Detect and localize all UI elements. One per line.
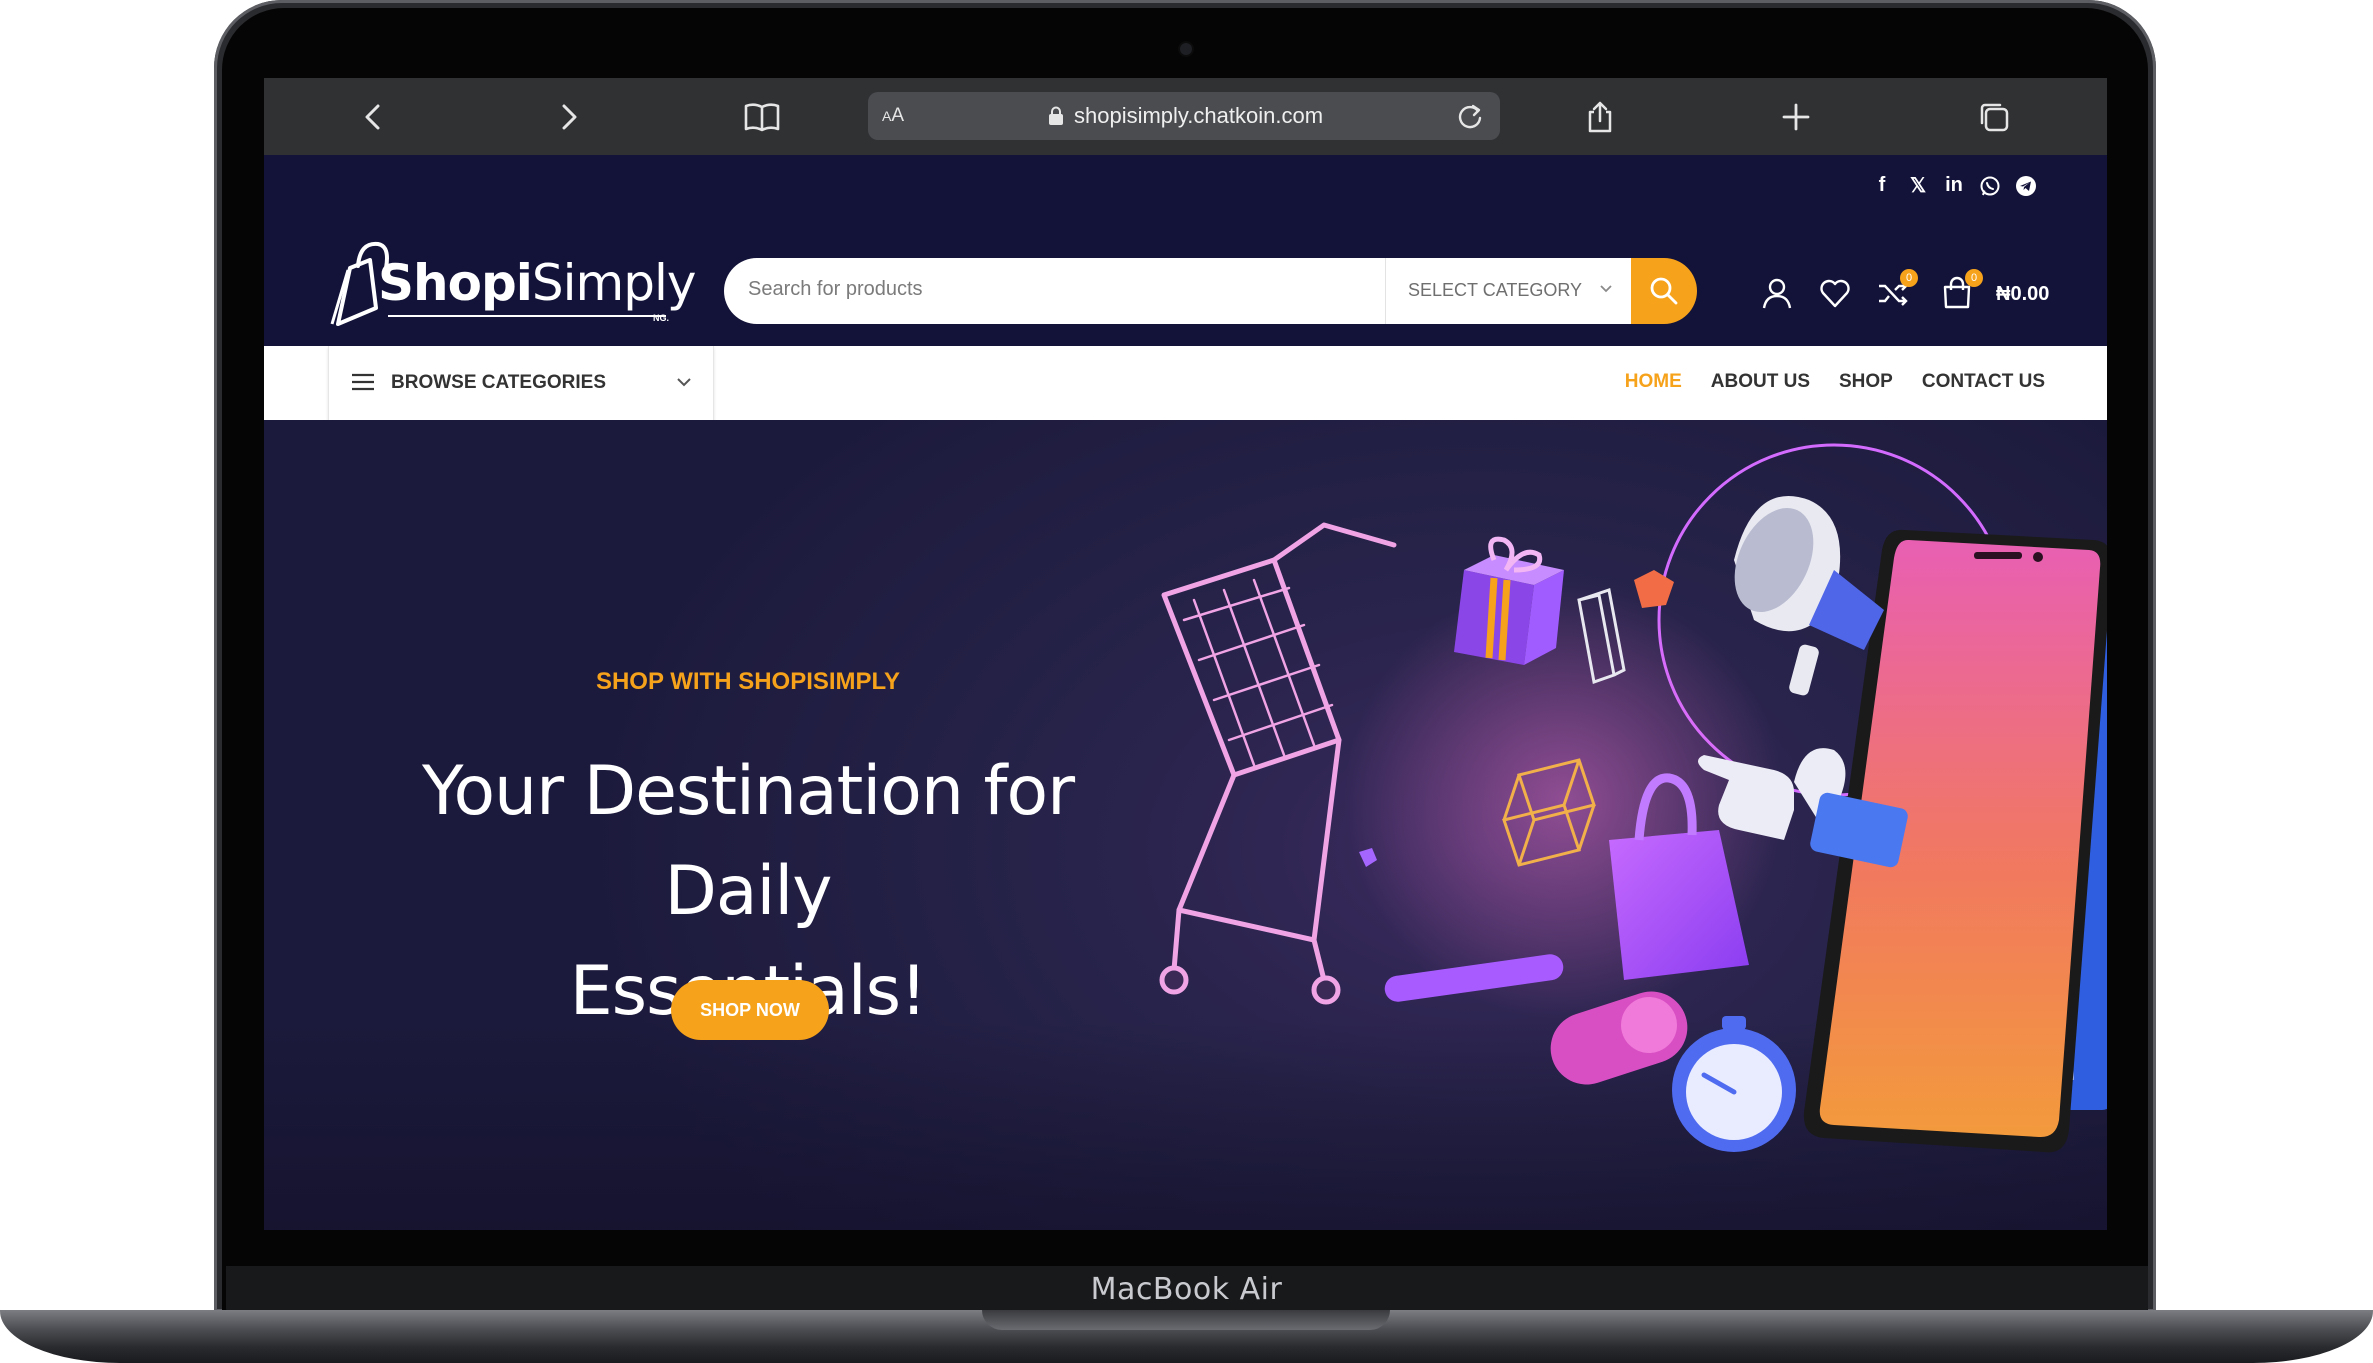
compare-count-badge: 0: [1900, 269, 1918, 287]
wishlist-heart-icon[interactable]: [1818, 276, 1852, 310]
gift-box-icon: [1454, 536, 1564, 665]
chevron-down-icon: [677, 378, 691, 387]
stopwatch-icon: [1672, 1016, 1796, 1152]
device-label: MacBook Air: [1090, 1272, 1283, 1307]
laptop-notch: [982, 1310, 1390, 1330]
cart-count-badge: 0: [1965, 269, 1983, 287]
new-tab-icon[interactable]: [1778, 99, 1814, 135]
share-icon[interactable]: [1582, 99, 1618, 135]
url-text: shopisimply.chatkoin.com: [1074, 103, 1324, 128]
social-links: f 𝕏 in: [1871, 173, 2037, 198]
facebook-icon[interactable]: f: [1871, 174, 1893, 197]
search-icon: [1650, 277, 1678, 305]
browser-screen: AA shopisimply.chatkoin.com f 𝕏 in Shopi…: [264, 78, 2107, 1230]
browser-toolbar: AA shopisimply.chatkoin.com: [264, 78, 2107, 155]
address-bar[interactable]: AA shopisimply.chatkoin.com: [868, 92, 1500, 140]
main-nav-bar: BROWSE CATEGORIES HOME ABOUT US SHOP CON…: [264, 346, 2107, 420]
tabs-overview-icon[interactable]: [1976, 99, 2012, 135]
search-button[interactable]: [1631, 258, 1697, 324]
search-input[interactable]: [748, 278, 1348, 301]
shopping-illustration: [1159, 443, 2107, 1153]
shop-now-button[interactable]: SHOP NOW: [671, 980, 829, 1040]
forward-icon[interactable]: [550, 99, 586, 135]
linkedin-icon[interactable]: in: [1943, 174, 1965, 197]
hero-kicker: SHOP WITH SHOPISIMPLY: [595, 668, 901, 695]
reader-label: A: [891, 105, 905, 126]
logo-text: ShopiSimply: [378, 254, 696, 312]
bookmarks-icon[interactable]: [742, 99, 782, 135]
search-bar: [724, 258, 1399, 324]
url-display: shopisimply.chatkoin.com: [1048, 103, 1323, 129]
nav-link-shop[interactable]: SHOP: [1839, 371, 1893, 393]
nav-link-home[interactable]: HOME: [1625, 371, 1682, 393]
nav-links: HOME ABOUT US SHOP CONTACT US: [1625, 371, 2045, 393]
browse-categories-dropdown[interactable]: BROWSE CATEGORIES: [328, 346, 714, 420]
x-icon[interactable]: 𝕏: [1907, 173, 1929, 198]
top-social-bar: f 𝕏 in: [264, 155, 2107, 216]
logo-suffix: NG.: [653, 313, 670, 323]
nav-link-about-us[interactable]: ABOUT US: [1711, 371, 1810, 393]
reader-mode-button[interactable]: AA: [882, 105, 904, 127]
hero-title-line-1: Your Destination for Daily: [421, 752, 1075, 931]
lock-icon: [1049, 106, 1063, 125]
reload-icon[interactable]: [1454, 100, 1486, 132]
browse-categories-label: BROWSE CATEGORIES: [391, 372, 606, 393]
whatsapp-icon[interactable]: [1979, 175, 2001, 197]
telegram-icon[interactable]: [2015, 175, 2037, 197]
category-select-label: SELECT CATEGORY: [1408, 280, 1583, 300]
account-icon[interactable]: [1760, 276, 1794, 310]
megaphone-icon: [1734, 496, 1884, 696]
camera-icon: [1180, 43, 1192, 55]
category-select[interactable]: SELECT CATEGORY: [1385, 258, 1631, 324]
back-icon[interactable]: [356, 99, 392, 135]
hero-banner: SHOP WITH SHOPISIMPLY Your Destination f…: [264, 420, 2107, 1230]
nav-link-contact-us[interactable]: CONTACT US: [1922, 371, 2045, 393]
hamburger-menu-icon: [352, 373, 374, 391]
chevron-down-icon: [1600, 285, 1612, 293]
site-logo[interactable]: ShopiSimply NG.: [328, 236, 696, 328]
cart-total[interactable]: ₦0.00: [1996, 283, 2049, 306]
site-header: ShopiSimply NG. SELECT CATEGORY 0 0 ₦0.0…: [264, 216, 2107, 346]
